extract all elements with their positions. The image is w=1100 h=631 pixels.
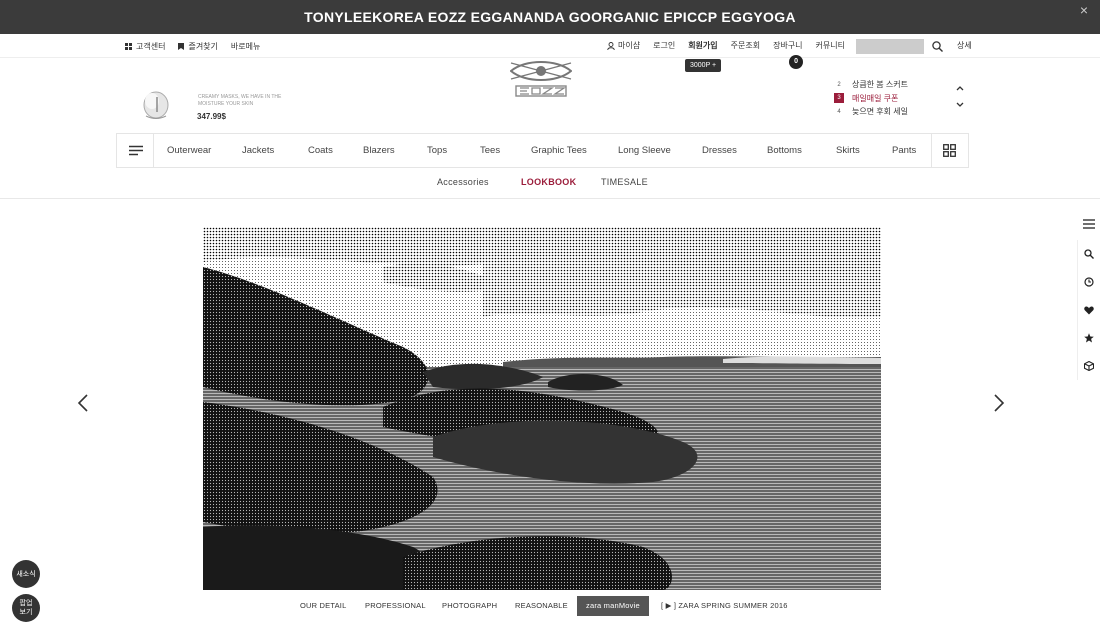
quick-recent-button[interactable] [1077,268,1100,296]
bookmark-link[interactable]: 즐겨찾기 [178,41,218,52]
ranking-item[interactable]: 3 매일매일 쿠폰 [834,92,908,106]
quick-bar [1077,208,1100,380]
category-nav: Outerwear Jackets Coats Blazers Tops Tee… [116,133,969,168]
hero-image[interactable] [203,227,881,590]
category-blazers[interactable]: Blazers [363,145,395,156]
customer-center-link[interactable]: 고객센터 [125,41,165,52]
category-graphic-tees[interactable]: Graphic Tees [531,145,587,156]
login-link[interactable]: 로그인 [653,38,675,54]
close-icon[interactable]: × [1080,3,1088,17]
grid-icon [125,43,132,50]
quick-favorite-button[interactable] [1077,324,1100,352]
utility-left: 고객센터 즐겨찾기 바로메뉴 [125,41,260,52]
next-slide-arrow-icon[interactable] [992,393,1006,413]
hamburger-menu-icon[interactable] [129,145,143,157]
nav-lookbook[interactable]: LOOKBOOK [521,177,576,187]
quick-menu-label: 바로메뉴 [230,42,261,51]
prev-slide-arrow-icon[interactable] [76,393,90,413]
cart-count-badge: 0 [789,55,804,69]
popup-bubble-line: 보기 [19,609,33,616]
clock-icon [1084,277,1094,287]
cart-link[interactable]: 장바구니 0 [773,38,804,69]
product-thumbnail [143,91,169,119]
category-outerwear[interactable]: Outerwear [167,145,211,156]
ranking-list: 2 상큼한 봄 스커트 3 매일매일 쿠폰 4 늦으면 후회 세일 [834,78,908,119]
banner-title: TONYLEEKOREA EOZZ EGGANANDA GOORGANIC EP… [304,9,796,25]
order-lookup-link[interactable]: 주문조회 [731,38,760,54]
tab-reasonable[interactable]: REASONABLE [515,596,568,616]
nav-accessories[interactable]: Accessories [437,177,489,187]
ranking-label: 늦으면 후회 세일 [852,107,908,117]
customer-center-label: 고객센터 [136,42,166,51]
ranking-number: 4 [837,108,841,115]
tab-our-detail[interactable]: OUR DETAIL [300,596,346,616]
tab-photograph[interactable]: PHOTOGRAPH [442,596,497,616]
eozz-logo[interactable] [510,60,572,98]
divider [931,134,932,167]
ranking-item[interactable]: 4 늦으면 후회 세일 [834,105,908,119]
popup-bubble[interactable]: 팝업보기 [12,594,40,622]
category-pants[interactable]: Pants [892,145,916,156]
ranking-arrows[interactable] [955,83,965,111]
top-banner: TONYLEEKOREA EOZZ EGGANANDA GOORGANIC EP… [0,0,1100,34]
my-shop-link[interactable]: 마이샵 [607,38,640,54]
popup-bubble-label: 팝업보기 [20,599,33,617]
chevron-up-icon [956,86,964,91]
quick-wishlist-button[interactable] [1077,296,1100,324]
page: { "banner": { "title": "TONYLEEKOREA EOZ… [0,0,1100,631]
category-tops[interactable]: Tops [427,145,447,156]
ranking-label: 매일매일 쿠폰 [852,93,899,103]
promo-product[interactable]: CREAMY MASKS, WE HAVE IN THE MOISTURE YO… [140,90,300,124]
star-icon [1084,333,1094,343]
tab-zara-manmovie[interactable]: zara manMovie [577,596,649,616]
news-bubble[interactable]: 새소식 [12,560,40,588]
quick-menu-button[interactable] [1077,208,1100,240]
promo-text: CREAMY MASKS, WE HAVE IN THE MOISTURE YO… [198,94,282,107]
heart-icon [1084,305,1094,314]
box-icon [1084,361,1094,371]
ranking-number: 2 [837,81,841,88]
cart-label: 장바구니 [773,41,803,50]
utility-bar: 고객센터 즐겨찾기 바로메뉴 마이샵 로그인 회원가입 주문조회 장바구니 0 … [0,34,1100,69]
tab-zara-spring-summer[interactable]: [ ▶ ] ZARA SPRING SUMMER 2016 [661,596,788,616]
community-link[interactable]: 커뮤니티 [816,38,845,54]
join-link[interactable]: 회원가입 [688,38,717,54]
category-jackets[interactable]: Jackets [242,145,274,156]
hamburger-icon [1082,219,1095,229]
bookmark-label: 즐겨찾기 [188,42,218,51]
sub-nav: Accessories LOOKBOOK TIMESALE [0,177,1100,191]
nav-timesale[interactable]: TIMESALE [601,177,648,187]
grid-view-icon[interactable] [943,144,956,157]
divider [153,134,154,167]
chevron-down-icon [956,102,964,107]
category-tees[interactable]: Tees [480,145,500,156]
popup-bubble-line: 팝업 [19,600,33,607]
search-input[interactable] [856,38,924,54]
my-shop-label: 마이샵 [618,41,641,50]
category-long-sleeve[interactable]: Long Sleeve [618,145,671,156]
ranking-number: 3 [834,93,844,104]
header-divider [0,198,1100,199]
quick-delivery-button[interactable] [1077,352,1100,380]
category-dresses[interactable]: Dresses [702,145,737,156]
category-bottoms[interactable]: Bottoms [767,145,802,156]
utility-right: 마이샵 로그인 회원가입 주문조회 장바구니 0 커뮤니티 상세 [607,38,985,69]
search-icon [932,40,943,52]
search-button[interactable] [932,40,943,52]
ranking-item[interactable]: 2 상큼한 봄 스커트 [834,78,908,92]
bookmark-icon [178,43,185,50]
slide-tabs: OUR DETAIL PROFESSIONAL PHOTOGRAPH REASO… [0,596,1100,616]
tab-professional[interactable]: PROFESSIONAL [365,596,426,616]
category-coats[interactable]: Coats [308,145,333,156]
person-icon [607,42,615,50]
points-tooltip: 3000P + [685,59,722,72]
detail-search-link[interactable]: 상세 [957,38,972,54]
search-icon [1084,249,1094,259]
quick-search-button[interactable] [1077,240,1100,268]
quick-menu-link[interactable]: 바로메뉴 [231,41,260,52]
ranking-label: 상큼한 봄 스커트 [852,80,908,90]
category-skirts[interactable]: Skirts [836,145,860,156]
promo-price: 347.99$ [197,112,226,121]
